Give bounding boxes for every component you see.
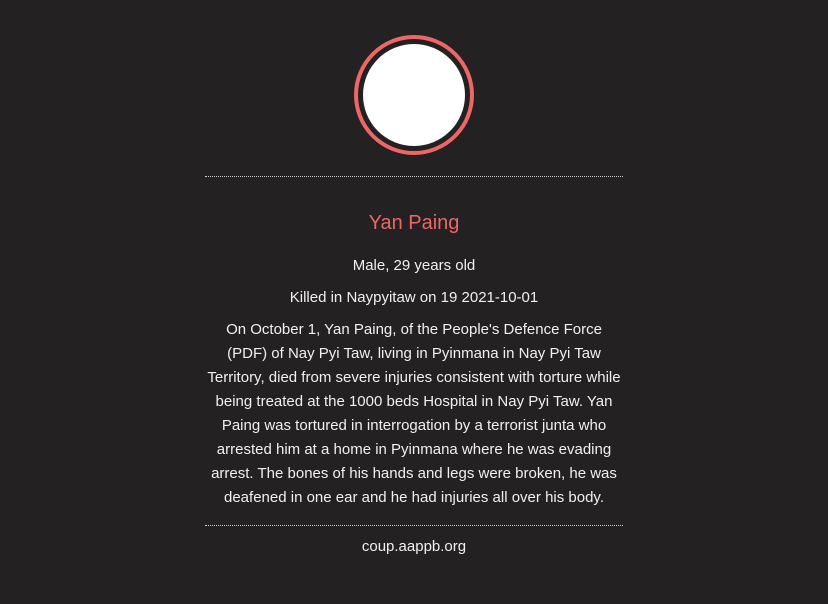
top-divider (205, 176, 623, 177)
avatar (363, 44, 465, 146)
gender-age-text: Male, 29 years old (352, 257, 476, 274)
bottom-divider (205, 525, 623, 526)
killed-location-date: Killed in Naypyitaw on 19 2021-10-01 (289, 289, 539, 306)
incident-description: On October 1, Yan Paing, of the People's… (207, 321, 621, 506)
avatar-frame (354, 35, 474, 155)
victim-name: Yan Paing (368, 212, 460, 234)
source-link[interactable]: coup.aappb.org (205, 537, 623, 557)
